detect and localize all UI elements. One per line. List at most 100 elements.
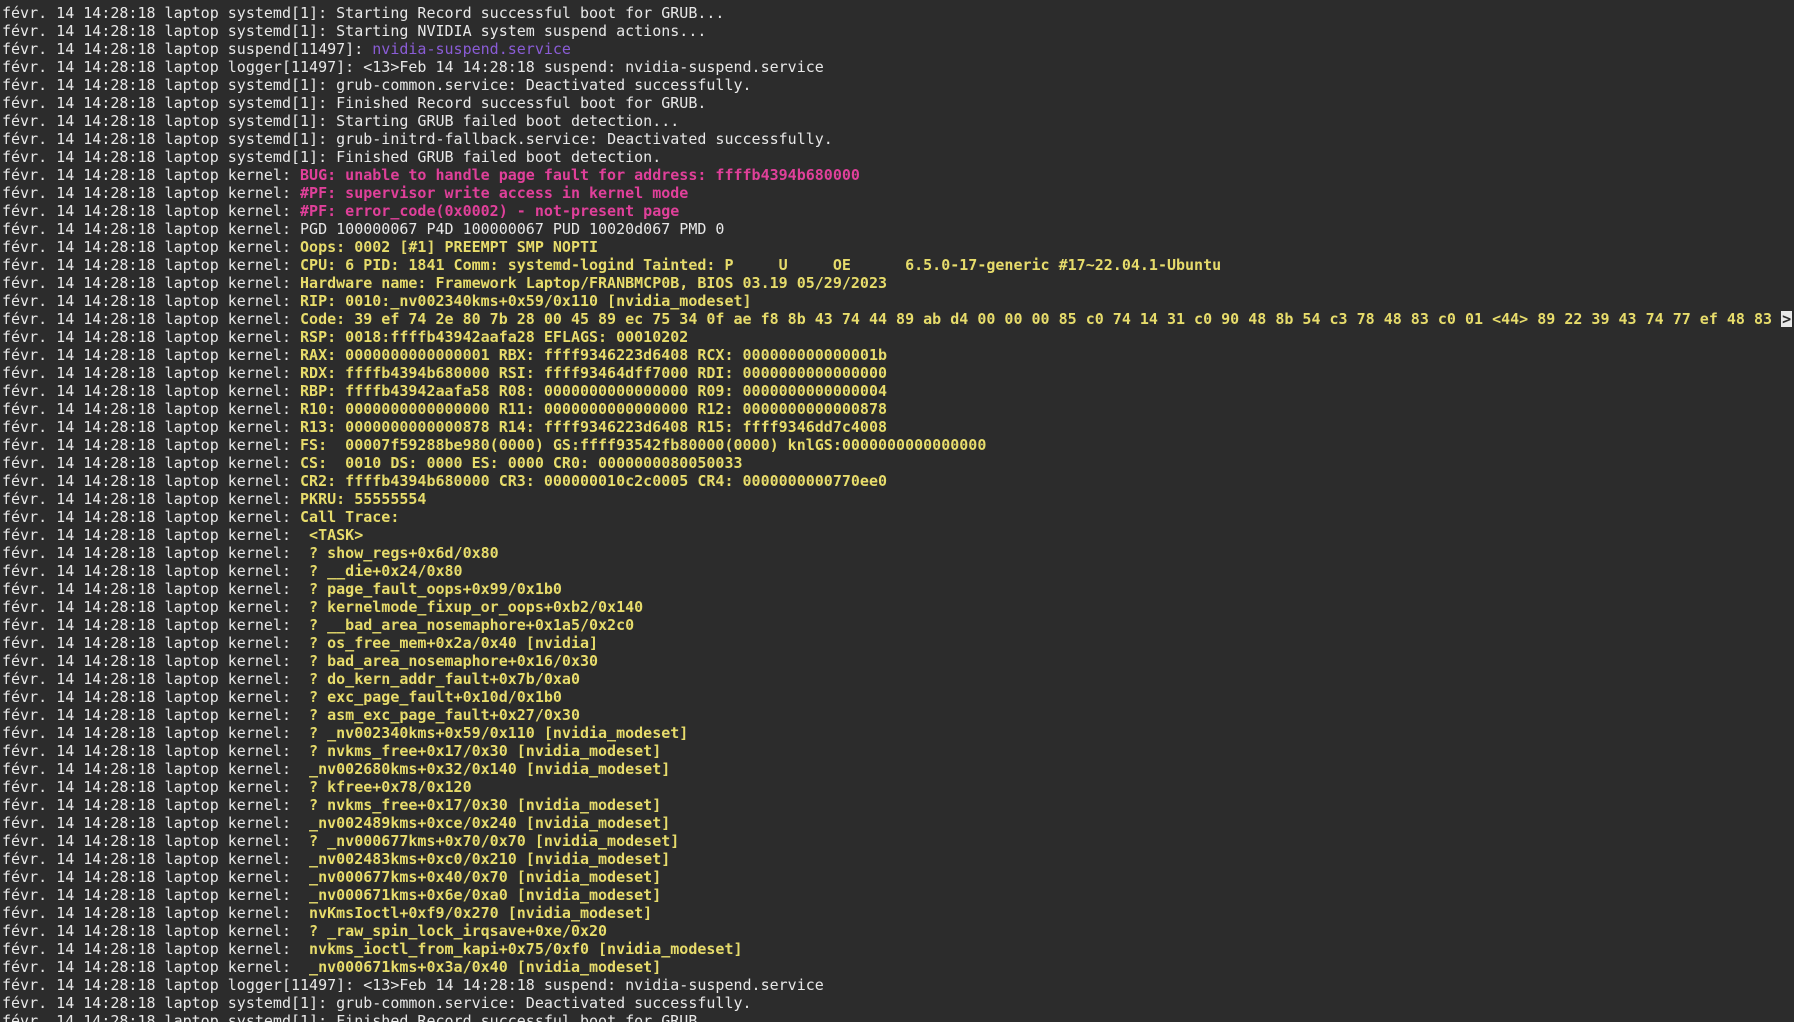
- log-prefix: févr. 14 14:28:18 laptop kernel:: [2, 562, 301, 580]
- log-line: févr. 14 14:28:18 laptop kernel: Code: 3…: [0, 310, 1794, 328]
- log-prefix: févr. 14 14:28:18 laptop kernel:: [2, 310, 301, 328]
- log-prefix: févr. 14 14:28:18 laptop systemd[1]:: [2, 76, 337, 94]
- log-message: Code: 39 ef 74 2e 80 7b 28 00 45 89 ec 7…: [300, 310, 1782, 328]
- log-message: ? show_regs+0x6d/0x80: [300, 544, 499, 562]
- log-message: _nv000671kms+0x3a/0x40 [nvidia_modeset]: [300, 958, 662, 976]
- log-message: Starting Record successful boot for GRUB…: [336, 4, 725, 22]
- log-line: févr. 14 14:28:18 laptop kernel: ? _nv00…: [0, 724, 1794, 742]
- log-line: févr. 14 14:28:18 laptop kernel: ? exc_p…: [0, 688, 1794, 706]
- log-line: févr. 14 14:28:18 laptop kernel: BUG: un…: [0, 166, 1794, 184]
- log-message: <13>Feb 14 14:28:18 suspend: nvidia-susp…: [363, 58, 824, 76]
- log-prefix: févr. 14 14:28:18 laptop kernel:: [2, 544, 301, 562]
- log-prefix: févr. 14 14:28:18 laptop kernel:: [2, 508, 301, 526]
- log-line: févr. 14 14:28:18 laptop kernel: RIP: 00…: [0, 292, 1794, 310]
- log-prefix: févr. 14 14:28:18 laptop kernel:: [2, 958, 301, 976]
- log-line: févr. 14 14:28:18 laptop kernel: ? page_…: [0, 580, 1794, 598]
- log-prefix: févr. 14 14:28:18 laptop kernel:: [2, 886, 301, 904]
- log-line: févr. 14 14:28:18 laptop kernel: ? nvkms…: [0, 742, 1794, 760]
- log-prefix: févr. 14 14:28:18 laptop kernel:: [2, 670, 301, 688]
- log-prefix: févr. 14 14:28:18 laptop kernel:: [2, 382, 301, 400]
- log-line: févr. 14 14:28:18 laptop kernel: ? __bad…: [0, 616, 1794, 634]
- log-message: PKRU: 55555554: [300, 490, 427, 508]
- terminal-output[interactable]: févr. 14 14:28:18 laptop systemd[1]: Sta…: [0, 0, 1794, 1022]
- log-line: févr. 14 14:28:18 laptop kernel: nvKmsIo…: [0, 904, 1794, 922]
- log-message: <13>Feb 14 14:28:18 suspend: nvidia-susp…: [363, 976, 824, 994]
- log-message: RIP: 0010:_nv002340kms+0x59/0x110 [nvidi…: [300, 292, 752, 310]
- log-prefix: févr. 14 14:28:18 laptop kernel:: [2, 652, 301, 670]
- log-line: févr. 14 14:28:18 laptop systemd[1]: Sta…: [0, 4, 1794, 22]
- log-message: ? page_fault_oops+0x99/0x1b0: [300, 580, 562, 598]
- log-prefix: févr. 14 14:28:18 laptop systemd[1]:: [2, 148, 337, 166]
- log-line: févr. 14 14:28:18 laptop kernel: R10: 00…: [0, 400, 1794, 418]
- log-line: févr. 14 14:28:18 laptop kernel: ? _raw_…: [0, 922, 1794, 940]
- log-message: BUG: unable to handle page fault for add…: [300, 166, 860, 184]
- log-message: ? do_kern_addr_fault+0x7b/0xa0: [300, 670, 580, 688]
- log-prefix: févr. 14 14:28:18 laptop kernel:: [2, 454, 301, 472]
- log-message: FS: 00007f59288be980(0000) GS:ffff93542f…: [300, 436, 987, 454]
- log-prefix: févr. 14 14:28:18 laptop kernel:: [2, 436, 301, 454]
- log-prefix: févr. 14 14:28:18 laptop kernel:: [2, 850, 301, 868]
- log-message: Finished Record successful boot for GRUB…: [336, 1012, 707, 1022]
- log-message: nvidia-suspend.service: [372, 40, 571, 58]
- log-prefix: févr. 14 14:28:18 laptop kernel:: [2, 274, 301, 292]
- log-message: #PF: supervisor write access in kernel m…: [300, 184, 689, 202]
- log-message: grub-common.service: Deactivated success…: [336, 76, 752, 94]
- log-message: Starting GRUB failed boot detection...: [336, 112, 680, 130]
- log-prefix: févr. 14 14:28:18 laptop kernel:: [2, 832, 301, 850]
- log-message: RBP: ffffb43942aafa58 R08: 0000000000000…: [300, 382, 888, 400]
- log-prefix: févr. 14 14:28:18 laptop kernel:: [2, 940, 301, 958]
- log-line: févr. 14 14:28:18 laptop kernel: PKRU: 5…: [0, 490, 1794, 508]
- log-line: févr. 14 14:28:18 laptop kernel: ? os_fr…: [0, 634, 1794, 652]
- log-line: févr. 14 14:28:18 laptop systemd[1]: Sta…: [0, 112, 1794, 130]
- log-prefix: févr. 14 14:28:18 laptop kernel:: [2, 364, 301, 382]
- log-message: RAX: 0000000000000001 RBX: ffff9346223d6…: [300, 346, 888, 364]
- log-prefix: févr. 14 14:28:18 laptop logger[11497]:: [2, 976, 364, 994]
- log-line: févr. 14 14:28:18 laptop kernel: RAX: 00…: [0, 346, 1794, 364]
- log-prefix: févr. 14 14:28:18 laptop systemd[1]:: [2, 94, 337, 112]
- log-line: févr. 14 14:28:18 laptop logger[11497]: …: [0, 976, 1794, 994]
- log-message: grub-common.service: Deactivated success…: [336, 994, 752, 1012]
- log-message: CR2: ffffb4394b680000 CR3: 000000010c2c0…: [300, 472, 888, 490]
- log-line: févr. 14 14:28:18 laptop kernel: _nv0006…: [0, 868, 1794, 886]
- log-line: févr. 14 14:28:18 laptop kernel: _nv0006…: [0, 886, 1794, 904]
- log-line: févr. 14 14:28:18 laptop kernel: nvkms_i…: [0, 940, 1794, 958]
- log-prefix: févr. 14 14:28:18 laptop kernel:: [2, 814, 301, 832]
- log-line: févr. 14 14:28:18 laptop kernel: ? nvkms…: [0, 796, 1794, 814]
- log-prefix: févr. 14 14:28:18 laptop kernel:: [2, 400, 301, 418]
- log-line: févr. 14 14:28:18 laptop kernel: RSP: 00…: [0, 328, 1794, 346]
- log-prefix: févr. 14 14:28:18 laptop logger[11497]:: [2, 58, 364, 76]
- log-message: ? nvkms_free+0x17/0x30 [nvidia_modeset]: [300, 742, 662, 760]
- log-prefix: févr. 14 14:28:18 laptop kernel:: [2, 292, 301, 310]
- log-prefix: févr. 14 14:28:18 laptop kernel:: [2, 724, 301, 742]
- log-prefix: févr. 14 14:28:18 laptop kernel:: [2, 688, 301, 706]
- log-message: _nv000671kms+0x6e/0xa0 [nvidia_modeset]: [300, 886, 662, 904]
- log-line: févr. 14 14:28:18 laptop kernel: ? _nv00…: [0, 832, 1794, 850]
- line-overflow-indicator: >: [1781, 310, 1793, 328]
- log-line: févr. 14 14:28:18 laptop kernel: ? kerne…: [0, 598, 1794, 616]
- log-message: Call Trace:: [300, 508, 400, 526]
- log-message: ? __die+0x24/0x80: [300, 562, 463, 580]
- log-message: Starting NVIDIA system suspend actions..…: [336, 22, 707, 40]
- log-line: févr. 14 14:28:18 laptop kernel: ? __die…: [0, 562, 1794, 580]
- log-prefix: févr. 14 14:28:18 laptop kernel:: [2, 202, 301, 220]
- log-prefix: févr. 14 14:28:18 laptop systemd[1]:: [2, 130, 337, 148]
- log-message: _nv002483kms+0xc0/0x210 [nvidia_modeset]: [300, 850, 671, 868]
- log-prefix: févr. 14 14:28:18 laptop kernel:: [2, 706, 301, 724]
- log-prefix: févr. 14 14:28:18 laptop kernel:: [2, 868, 301, 886]
- log-line: févr. 14 14:28:18 laptop kernel: #PF: su…: [0, 184, 1794, 202]
- log-line: févr. 14 14:28:18 laptop kernel: _nv0024…: [0, 814, 1794, 832]
- log-prefix: févr. 14 14:28:18 laptop systemd[1]:: [2, 994, 337, 1012]
- log-message: _nv000677kms+0x40/0x70 [nvidia_modeset]: [300, 868, 662, 886]
- log-line: févr. 14 14:28:18 laptop kernel: Hardwar…: [0, 274, 1794, 292]
- log-prefix: févr. 14 14:28:18 laptop kernel:: [2, 760, 301, 778]
- log-prefix: févr. 14 14:28:18 laptop kernel:: [2, 220, 301, 238]
- log-message: R13: 0000000000000878 R14: ffff9346223d6…: [300, 418, 888, 436]
- log-line: févr. 14 14:28:18 laptop kernel: ? do_ke…: [0, 670, 1794, 688]
- log-line: févr. 14 14:28:18 laptop kernel: RDX: ff…: [0, 364, 1794, 382]
- log-line: févr. 14 14:28:18 laptop kernel: <TASK>: [0, 526, 1794, 544]
- log-line: févr. 14 14:28:18 laptop systemd[1]: Fin…: [0, 1012, 1794, 1022]
- log-prefix: févr. 14 14:28:18 laptop kernel:: [2, 490, 301, 508]
- log-message: <TASK>: [300, 526, 364, 544]
- log-line: févr. 14 14:28:18 laptop kernel: PGD 100…: [0, 220, 1794, 238]
- log-message: ? _nv000677kms+0x70/0x70 [nvidia_modeset…: [300, 832, 680, 850]
